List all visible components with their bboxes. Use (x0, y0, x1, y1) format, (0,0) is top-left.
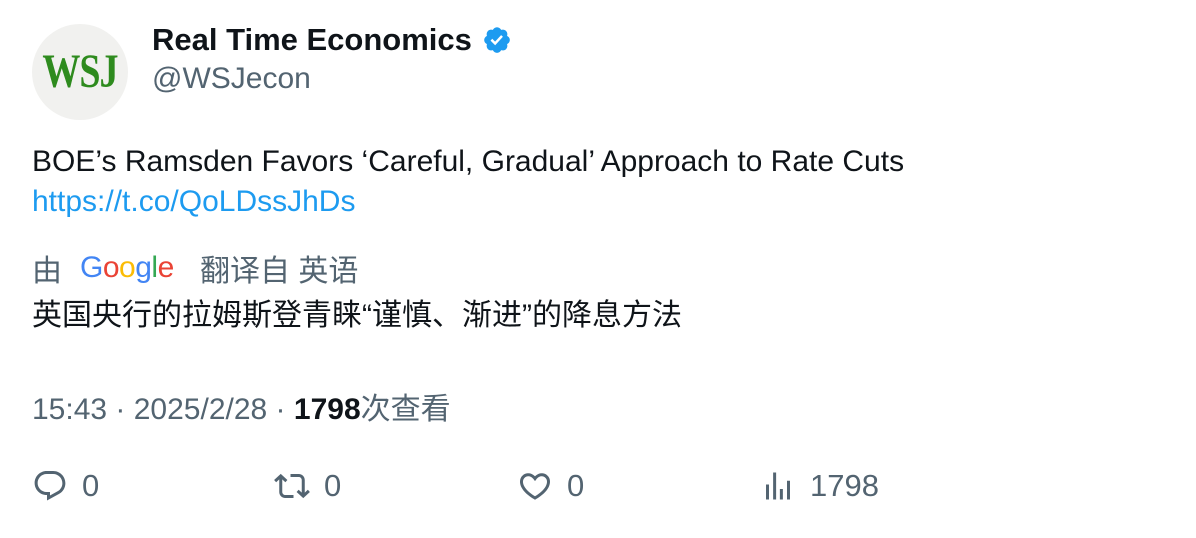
retweet-button[interactable]: 0 (274, 468, 341, 504)
author-display-name[interactable]: Real Time Economics (152, 22, 472, 58)
translated-text: 英国央行的拉姆斯登青睐“谨慎、渐进”的降息方法 (32, 299, 682, 332)
avatar[interactable]: WSJ (32, 24, 128, 120)
views-label: 次查看 (360, 393, 451, 426)
author-handle[interactable]: @WSJecon (152, 62, 311, 96)
meta-separator: · (107, 393, 134, 426)
tweet-text: BOE’s Ramsden Favors ‘Careful, Gradual’ … (32, 145, 905, 178)
reply-icon (34, 471, 66, 501)
views-button[interactable]: 1798 (760, 468, 879, 504)
like-button[interactable]: 0 (517, 468, 584, 504)
tweet-date[interactable]: 2025/2/28 (134, 393, 267, 426)
tweet-card: WSJ Real Time Economics @WSJecon BOE’s R… (0, 0, 1196, 538)
translation-attribution: 由 Google 翻译自 英语 (32, 246, 358, 290)
like-count: 0 (567, 468, 585, 503)
translated-from-label[interactable]: 翻译自 英语 (200, 246, 358, 290)
tweet-meta: 15:43 · 2025/2/28 · 1798次查看 (32, 384, 451, 428)
action-bar: 0 0 0 1798 (32, 468, 1162, 518)
analytics-icon (766, 472, 790, 500)
retweet-icon (274, 473, 310, 499)
google-logo-icon: Google (80, 251, 174, 284)
verified-badge-icon (482, 25, 512, 55)
tweet-link[interactable]: https://t.co/QoLDssJhDs (32, 182, 1162, 222)
reply-count: 0 (82, 468, 100, 503)
heart-icon (519, 473, 551, 500)
svg-text:Google: Google (80, 251, 174, 284)
views-action-count: 1798 (810, 468, 879, 503)
views-count: 1798 (293, 393, 361, 426)
translated-by-label: 由 (32, 255, 62, 288)
reply-button[interactable]: 0 (32, 468, 99, 504)
wsj-logo: WSJ (42, 45, 118, 99)
retweet-count: 0 (324, 468, 342, 503)
tweet-time[interactable]: 15:43 (32, 393, 107, 426)
author-name-row: Real Time Economics (152, 22, 512, 58)
meta-separator: · (267, 393, 294, 426)
tweet-body: BOE’s Ramsden Favors ‘Careful, Gradual’ … (32, 142, 1162, 222)
